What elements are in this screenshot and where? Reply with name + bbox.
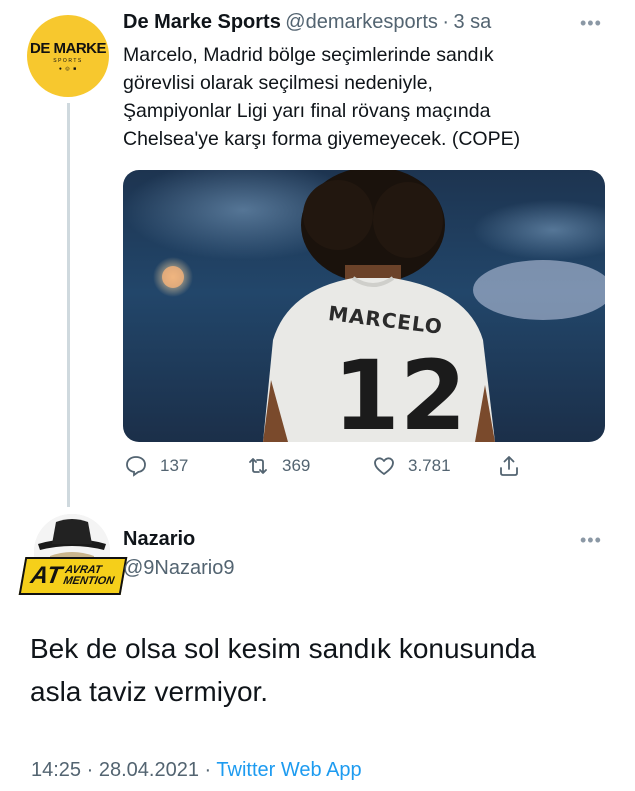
source-link[interactable]: Twitter Web App xyxy=(216,759,361,781)
display-name[interactable]: Nazario xyxy=(123,528,195,551)
share-action[interactable] xyxy=(497,454,521,478)
tweet-photo[interactable]: MARCELO 12 xyxy=(123,170,605,442)
retweet-action[interactable]: 369 xyxy=(246,454,310,478)
tweet-meta: 14:25 · 28.04.2021 · Twitter Web App xyxy=(31,759,362,782)
heart-icon xyxy=(374,457,394,475)
reply-text-line: asla taviz vermiyor. xyxy=(30,676,269,707)
tweet-text-line: Şampiyonlar Ligi yarı final rövanş maçın… xyxy=(123,100,491,122)
avatar-social-icons: ● ◎ ■ xyxy=(58,65,78,72)
tweet-time[interactable]: 14:25 xyxy=(31,759,81,781)
separator: · xyxy=(86,759,94,781)
badge-big-text: AT xyxy=(28,562,64,589)
avatar-brand-text: DE MARKE xyxy=(29,39,107,57)
retweet-icon xyxy=(249,458,267,474)
retweet-count: 369 xyxy=(282,456,311,475)
tweet-date[interactable]: 28.04.2021 xyxy=(99,759,199,781)
display-name[interactable]: De Marke Sports xyxy=(123,11,281,33)
badge-bottom-text: MENTION xyxy=(62,575,116,587)
separator: · xyxy=(442,11,449,33)
handle[interactable]: @demarkesports xyxy=(285,11,438,33)
thread-connector xyxy=(67,103,70,507)
handle[interactable]: @9Nazario9 xyxy=(123,557,234,580)
tweet-text-line: görevlisi olarak seçilmesi nedeniyle, xyxy=(123,72,433,94)
jersey-number: 12 xyxy=(333,340,467,442)
avatar-sub-text: SPORTS xyxy=(53,57,83,64)
timestamp[interactable]: 3 sa xyxy=(453,11,491,33)
like-action[interactable]: 3.781 xyxy=(372,454,451,478)
tweet-text-line: Marcelo, Madrid bölge seçimlerinde sandı… xyxy=(123,44,494,66)
reply-action[interactable]: 137 xyxy=(124,454,188,478)
separator: · xyxy=(204,759,212,781)
reply-text: Bek de olsa sol kesim sandık konusunda a… xyxy=(30,627,620,713)
badge-small-text: AVRAT MENTION xyxy=(62,564,117,587)
tweet-header: De Marke Sports @demarkesports · 3 sa xyxy=(123,11,491,34)
like-count: 3.781 xyxy=(408,456,451,475)
avatar-badge: AT AVRAT MENTION xyxy=(18,557,128,595)
reply-icon xyxy=(126,456,146,477)
more-options-icon[interactable]: ••• xyxy=(580,13,602,34)
share-icon xyxy=(500,456,518,476)
more-options-icon[interactable]: ••• xyxy=(580,530,602,551)
tweet-text-line: Chelsea'ye karşı forma giyemeyecek. (COP… xyxy=(123,128,521,150)
reply-text-line: Bek de olsa sol kesim sandık konusunda xyxy=(30,633,536,664)
tweet-text: Marcelo, Madrid bölge seçimlerinde sandı… xyxy=(123,41,613,153)
avatar[interactable]: DE MARKE SPORTS ● ◎ ■ xyxy=(27,15,109,97)
reply-count: 137 xyxy=(160,456,189,475)
